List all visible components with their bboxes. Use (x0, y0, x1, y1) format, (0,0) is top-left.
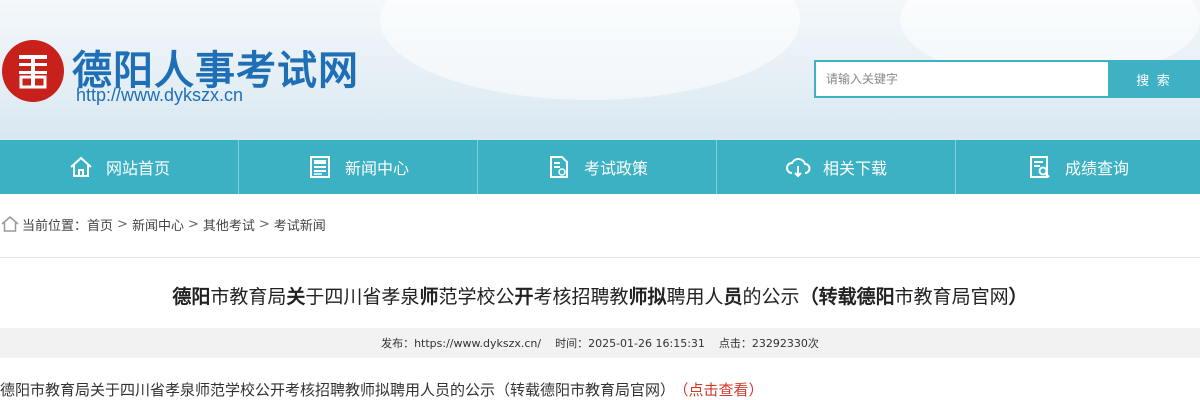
title-segment: 范学校公 (438, 286, 515, 308)
title-segment: 的公示 (742, 286, 800, 308)
news-icon (309, 156, 330, 178)
view-details-link[interactable]: （点击查看） (681, 381, 764, 399)
title-segment: 开 (514, 286, 534, 308)
breadcrumb-item-home[interactable]: 首页 (87, 215, 113, 234)
nav-item-label: 相关下载 (822, 159, 887, 178)
divider (0, 257, 1200, 258)
home-icon (70, 156, 92, 177)
title-segment: 员 (723, 286, 743, 308)
title-segment: （转载德阳 (799, 286, 895, 308)
title-segment: 师拟 (628, 286, 667, 308)
nav-item-news[interactable]: 新闻中心 (239, 140, 478, 194)
title-segment: 聘用人 (666, 286, 724, 308)
article-title: 德阳市教育局关于四川省孝泉师范学校公开考核招聘教师拟聘用人员的公示（转载德阳市教… (0, 282, 1200, 309)
article-meta-bar: 发布：https://www.dykszx.cn/ 时间：2025-01-26 … (0, 328, 1200, 358)
header-cloud-decoration (380, 0, 800, 100)
title-segment: 德阳 (172, 286, 211, 308)
breadcrumb-item-other-exams[interactable]: 其他考试 (203, 215, 255, 234)
home-icon (1, 216, 19, 232)
nav-item-downloads[interactable]: 相关下载 (717, 140, 956, 194)
title-segment: 师 (419, 286, 439, 308)
nav-item-label: 新闻中心 (344, 159, 409, 178)
score-search-icon (1029, 156, 1050, 178)
title-segment: 关 (286, 286, 306, 308)
breadcrumb-prefix: 当前位置： (22, 218, 88, 234)
search-input[interactable] (814, 60, 1110, 98)
nav-item-label: 考试政策 (583, 159, 648, 178)
article-body: 德阳市教育局关于四川省孝泉师范学校公开考核招聘教师拟聘用人员的公示（转载德阳市教… (0, 379, 764, 400)
nav-item-label: 网站首页 (105, 159, 170, 178)
title-segment: 于四川省孝泉 (305, 286, 420, 308)
article-publish-time: 时间：2025-01-26 16:15:31 (555, 337, 705, 350)
title-segment: 考核招聘教 (533, 286, 629, 308)
nav-item-home[interactable]: 网站首页 (0, 140, 239, 194)
policy-document-icon (549, 156, 568, 178)
site-logo-seal-icon[interactable] (2, 40, 64, 102)
search-button[interactable]: 搜 索 (1108, 60, 1200, 98)
breadcrumb-item-exam-news[interactable]: 考试新闻 (274, 215, 326, 234)
article-body-text: 德阳市教育局关于四川省孝泉师范学校公开考核招聘教师拟聘用人员的公示（转载德阳市教… (0, 381, 676, 399)
breadcrumb-separator: > (187, 216, 199, 232)
cloud-download-icon (786, 158, 811, 178)
nav-item-score-query[interactable]: 成绩查询 (956, 140, 1200, 194)
title-segment: ） (1008, 286, 1028, 308)
title-segment: 市教育局 (210, 286, 287, 308)
site-header: 德阳人事考试网 http://www.dykszx.cn 搜 索 (0, 0, 1200, 140)
article-publisher: 发布：https://www.dykszx.cn/ (381, 337, 542, 350)
main-nav: 网站首页 新闻中心 考试政策 相关下载 成绩查询 (0, 140, 1200, 194)
site-url[interactable]: http://www.dykszx.cn (76, 85, 243, 106)
breadcrumb: 当前位置： 首页 > 新闻中心 > 其他考试 > 考试新闻 (0, 212, 326, 236)
breadcrumb-item-news-center[interactable]: 新闻中心 (132, 215, 184, 234)
breadcrumb-separator: > (258, 216, 270, 232)
nav-item-policy[interactable]: 考试政策 (478, 140, 717, 194)
breadcrumb-separator: > (117, 216, 128, 232)
nav-item-label: 成绩查询 (1064, 159, 1129, 178)
article-click-count: 点击：23292330次 (718, 337, 819, 350)
title-segment: 市教育局官网 (894, 286, 1009, 308)
